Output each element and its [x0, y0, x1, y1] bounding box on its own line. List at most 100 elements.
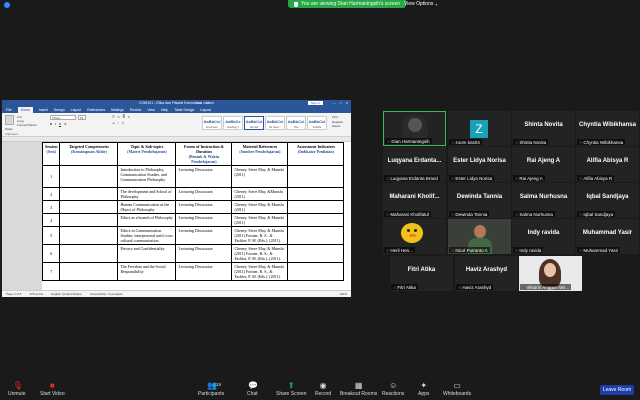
participant-tile[interactable]: Dewinda Tannia ✕ Dewinda Tannia [448, 183, 511, 218]
style-no-spacing[interactable]: AaBbCcI No Spac... [265, 116, 285, 130]
reactions-button[interactable]: ☺ Reactions [382, 382, 404, 398]
participant-name: Ester Lidya Norisa [455, 175, 493, 181]
participant-tile[interactable]: Rai Ajeng A ✕ Rai Ajeng A [512, 147, 575, 182]
unmute-button[interactable]: 🎙 Unmute [8, 382, 26, 398]
tab-home[interactable]: Home [17, 106, 33, 113]
document-area: Session (Sesi) Targeted Competencies (Kema… [2, 142, 351, 290]
tab-mailings[interactable]: Mailings [111, 108, 124, 112]
format-painter-button[interactable]: Format Painter [17, 123, 37, 127]
participant-tile[interactable]: Muhammad Yasir ✕ Muhammad Yasir [576, 219, 639, 254]
participant-name: zoom bas04 [455, 139, 480, 145]
participant-tile[interactable]: Haviz Arashyd ✕ Haviz Arashyd [455, 256, 518, 291]
participant-tile[interactable]: Shinta Novita ✕ Shinta Novita [512, 111, 575, 146]
participant-tile[interactable]: ✕ Viktarin Anggun Wir... [519, 256, 582, 291]
tab-file[interactable]: File [6, 108, 12, 112]
minimize-icon[interactable]: — [333, 101, 336, 105]
cell-topic: Introduction to Philosophy, Communicatio… [117, 165, 177, 188]
table-row: 5 Ethics in Communication Studies: inter… [41, 226, 345, 245]
mic-muted-icon: ✕ [451, 211, 455, 217]
tab-help[interactable]: Help [161, 108, 168, 112]
participant-tile[interactable]: Iqbal Sandjaya ✕ Iqbal Sandjaya [576, 183, 639, 218]
participant-tile[interactable]: Maharani Kholif... ✕ Maharani Kholifatul [383, 183, 446, 218]
pilcrow-icon[interactable]: ¶ [122, 121, 124, 125]
style-sample: AaBbCc [225, 119, 241, 124]
sign-in-button[interactable]: Sign in [307, 101, 323, 105]
font-color-icon[interactable]: A [64, 122, 66, 126]
maximize-icon[interactable]: □ [340, 101, 342, 105]
start-video-button[interactable]: ■ Start Video [40, 381, 65, 398]
style-subtitle[interactable]: AaBbCcI Subtitle [307, 116, 327, 130]
word-count[interactable]: 478 words [29, 292, 43, 296]
document-page[interactable]: Session (Sesi) Targeted Competencies (Kema… [41, 142, 351, 290]
style-sample: AaBbCcI [287, 119, 305, 124]
share-screen-button[interactable]: ⬆ Share Screen [276, 382, 307, 398]
record-button[interactable]: ◉ Record [315, 382, 331, 398]
meeting-info-icon[interactable] [4, 2, 10, 8]
style-emphasis[interactable]: AaBbCcI Emphasis [202, 116, 222, 130]
underline-icon[interactable]: U [59, 122, 61, 126]
participant-name-label: ✕ Fitri Atika [391, 284, 418, 290]
tab-design[interactable]: Design [54, 108, 65, 112]
apps-button[interactable]: ✦ Apps [418, 382, 429, 398]
close-icon[interactable]: ✕ [345, 101, 348, 105]
mic-muted-icon: ✕ [579, 175, 583, 181]
cell-session: 6 [41, 244, 61, 263]
participant-tile[interactable]: Ester Lidya Norisa ✕ Ester Lidya Norisa [448, 147, 511, 182]
cell-references: Cheney, Steve May, & Munshi (2011) Fortn… [231, 262, 289, 281]
leave-room-button[interactable]: Leave Room [600, 385, 634, 395]
cell-references: Cheney, Steve May, & Munshi (2011) Fortn… [231, 226, 289, 245]
participant-tile[interactable]: Chyntia Wibikhansa ✕ Chyntia Wibikhansa [576, 111, 639, 146]
page-count[interactable]: Page 3 of 8 [6, 292, 21, 296]
cell-competency [59, 165, 119, 188]
participant-tile[interactable]: Indy ravida ✕ Indy ravida [512, 219, 575, 254]
style-heading-1[interactable]: AaBbCc Heading 1 [223, 116, 243, 130]
font-size-select[interactable]: 12 [78, 115, 86, 120]
participant-tile[interactable]: Luqyana Erdanta... ✕ Luqyana Erdanta Bran… [383, 147, 446, 182]
participant-name-label: ✕ Chyntia Wibikhansa [577, 139, 626, 145]
zoom-level[interactable]: 100% [339, 292, 347, 296]
style-normal[interactable]: AaBbCcI Normal [244, 116, 264, 130]
font-group: Times 12 B I U A [50, 115, 86, 126]
tab-review[interactable]: Review [130, 108, 141, 112]
breakout-rooms-button[interactable]: ▦ Breakout Rooms [340, 382, 377, 398]
paste-icon[interactable] [5, 115, 14, 125]
tab-table-design[interactable]: Table Design [174, 108, 194, 112]
numbering-icon[interactable]: ≡ [118, 115, 120, 119]
bullets-icon[interactable]: ☰ [112, 115, 115, 119]
tab-layout[interactable]: Layout [71, 108, 82, 112]
cell-session: 7 [41, 262, 61, 281]
accessibility-status[interactable]: Accessibility: Investigate [90, 292, 123, 296]
whiteboards-button[interactable]: ▭ Whiteboards [443, 382, 471, 398]
participant-tile[interactable]: Salma Nurhusna ✕ Salma Nurhusna [512, 183, 575, 218]
mic-muted-icon: ✕ [393, 284, 397, 290]
align-center-icon[interactable]: ≡ [128, 115, 130, 119]
word-ribbon: Cut Copy Format Painter Paste Clipboard … [2, 113, 351, 137]
tab-table-layout[interactable]: Layout [200, 108, 211, 112]
video-off-icon: ■ [49, 381, 55, 390]
chat-button[interactable]: 💬 Chat [247, 382, 258, 398]
participants-label: Participants [198, 391, 225, 397]
tab-view[interactable]: View [147, 108, 155, 112]
participant-tile[interactable]: ✕ Dian Harmaningsih [383, 111, 446, 146]
sort-icon[interactable]: ↕ [118, 121, 120, 125]
participant-tile[interactable]: Z ✕ zoom bas04 [448, 111, 511, 146]
style-title[interactable]: AaBbCcI Title [286, 116, 306, 130]
font-name-select[interactable]: Times [50, 115, 76, 120]
align-left-icon[interactable]: ≣ [122, 115, 125, 119]
view-options-button[interactable]: View Options ▾ [404, 1, 437, 7]
cell-assessment [287, 226, 345, 245]
participant-tile[interactable]: ✕ Herli Hen... [383, 219, 446, 254]
participant-display-name: Haviz Arashyd [465, 267, 508, 273]
participant-tile[interactable]: ✕ Nicol Putranto A [448, 219, 511, 254]
tab-references[interactable]: References [87, 108, 105, 112]
video-duck-beak [409, 234, 416, 237]
italic-icon[interactable]: I [55, 122, 56, 126]
video-face [408, 118, 422, 132]
bold-icon[interactable]: B [50, 122, 52, 126]
participant-tile[interactable]: Alifia Abisya R ✕ Alifia Abisya R [576, 147, 639, 182]
participant-tile[interactable]: Fitri Atika ✕ Fitri Atika [390, 256, 453, 291]
indent-icon[interactable]: ⇥ [112, 121, 115, 125]
tab-insert[interactable]: Insert [39, 108, 48, 112]
select-button[interactable]: Select [332, 124, 343, 129]
language-status[interactable]: English (United States) [51, 292, 82, 296]
